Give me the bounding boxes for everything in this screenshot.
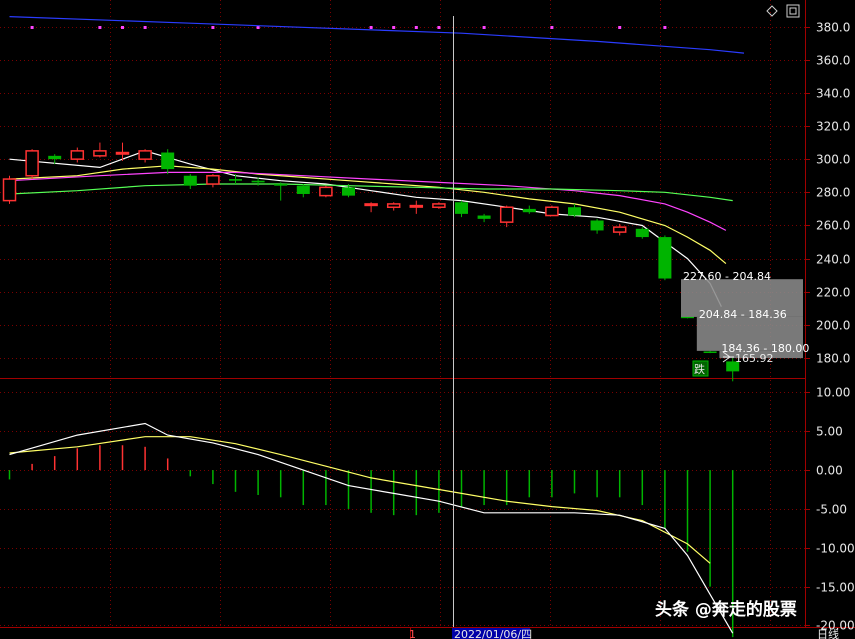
macd-tick-label: -10.00 (816, 542, 855, 556)
candle-body (274, 184, 288, 186)
price-tick-label: 360.0 (816, 54, 850, 68)
fall-signal-text: 跌 (694, 362, 705, 376)
candle-body (70, 150, 85, 160)
candle-body (93, 150, 107, 157)
low-price-label: 165.92 (735, 352, 774, 365)
price-tick-label: 340.0 (816, 87, 850, 101)
candle-body (545, 206, 559, 217)
price-tick-label: 300.0 (816, 153, 850, 167)
macd-tick-label: -5.00 (816, 503, 847, 517)
candle-body (115, 151, 130, 155)
macd-tick-label: -15.00 (816, 581, 855, 595)
price-tick-label: 180.0 (816, 352, 850, 366)
candle-body (364, 203, 378, 207)
period-label[interactable]: 日线 (817, 627, 839, 639)
candle-body (342, 187, 355, 196)
price-tick-label: 280.0 (816, 186, 850, 200)
candle-body (206, 174, 220, 185)
signal-marker (143, 26, 147, 29)
macd-tick-label: 0.00 (816, 464, 843, 478)
candle-body (161, 152, 175, 170)
stock-chart[interactable]: 227.60 - 204.84204.84 - 184.36184.36 - 1… (0, 0, 855, 639)
date-label: 2022/01/06/四 (454, 628, 532, 639)
price-tick-label: 380.0 (816, 21, 850, 35)
signal-marker (618, 26, 622, 29)
candle-body (568, 207, 581, 216)
candle-body (48, 155, 62, 160)
signal-marker (550, 26, 554, 29)
signal-marker (369, 26, 373, 29)
candle-body (138, 150, 152, 160)
signal-marker (211, 26, 215, 29)
candle-body (229, 179, 242, 181)
candle-body (590, 220, 604, 231)
candle-body (477, 215, 491, 219)
candle-body (409, 204, 424, 208)
range-label: 204.84 - 184.36 (699, 308, 787, 321)
candle-body (499, 206, 514, 223)
signal-marker (663, 26, 667, 29)
candle-body (251, 180, 265, 183)
price-range-boxes: 227.60 - 204.84204.84 - 184.36184.36 - 1… (681, 270, 809, 359)
candle-body (25, 150, 39, 177)
time-marker: 1 (409, 628, 416, 639)
range-label: 227.60 - 204.84 (683, 270, 771, 283)
price-tick-label: 220.0 (816, 286, 850, 300)
candle-body (319, 186, 333, 197)
macd-tick-label: 5.00 (816, 425, 843, 439)
signal-marker (392, 26, 396, 29)
candle-body (296, 185, 310, 194)
candle-body (386, 203, 401, 208)
signal-marker (414, 26, 418, 29)
price-tick-label: 260.0 (816, 219, 850, 233)
candle-body (183, 175, 197, 186)
price-tick-label: 320.0 (816, 120, 850, 134)
candle-body (455, 202, 468, 214)
candle-body (703, 351, 717, 353)
price-tick-label: 240.0 (816, 253, 850, 267)
candle-body (612, 226, 627, 233)
candle-body (522, 208, 536, 213)
signal-marker (256, 26, 260, 29)
signal-marker (30, 26, 34, 29)
price-tick-label: 200.0 (816, 319, 850, 333)
candle-body (658, 237, 672, 279)
candle-body (432, 203, 446, 208)
watermark: 头条 @奔走的股票 (655, 599, 797, 620)
signal-marker (482, 26, 486, 29)
candle-body (635, 228, 649, 238)
signal-marker (121, 26, 124, 29)
candle-body (2, 178, 17, 202)
signal-marker (437, 26, 441, 29)
macd-tick-label: 10.00 (816, 386, 850, 400)
signal-marker (98, 26, 102, 29)
